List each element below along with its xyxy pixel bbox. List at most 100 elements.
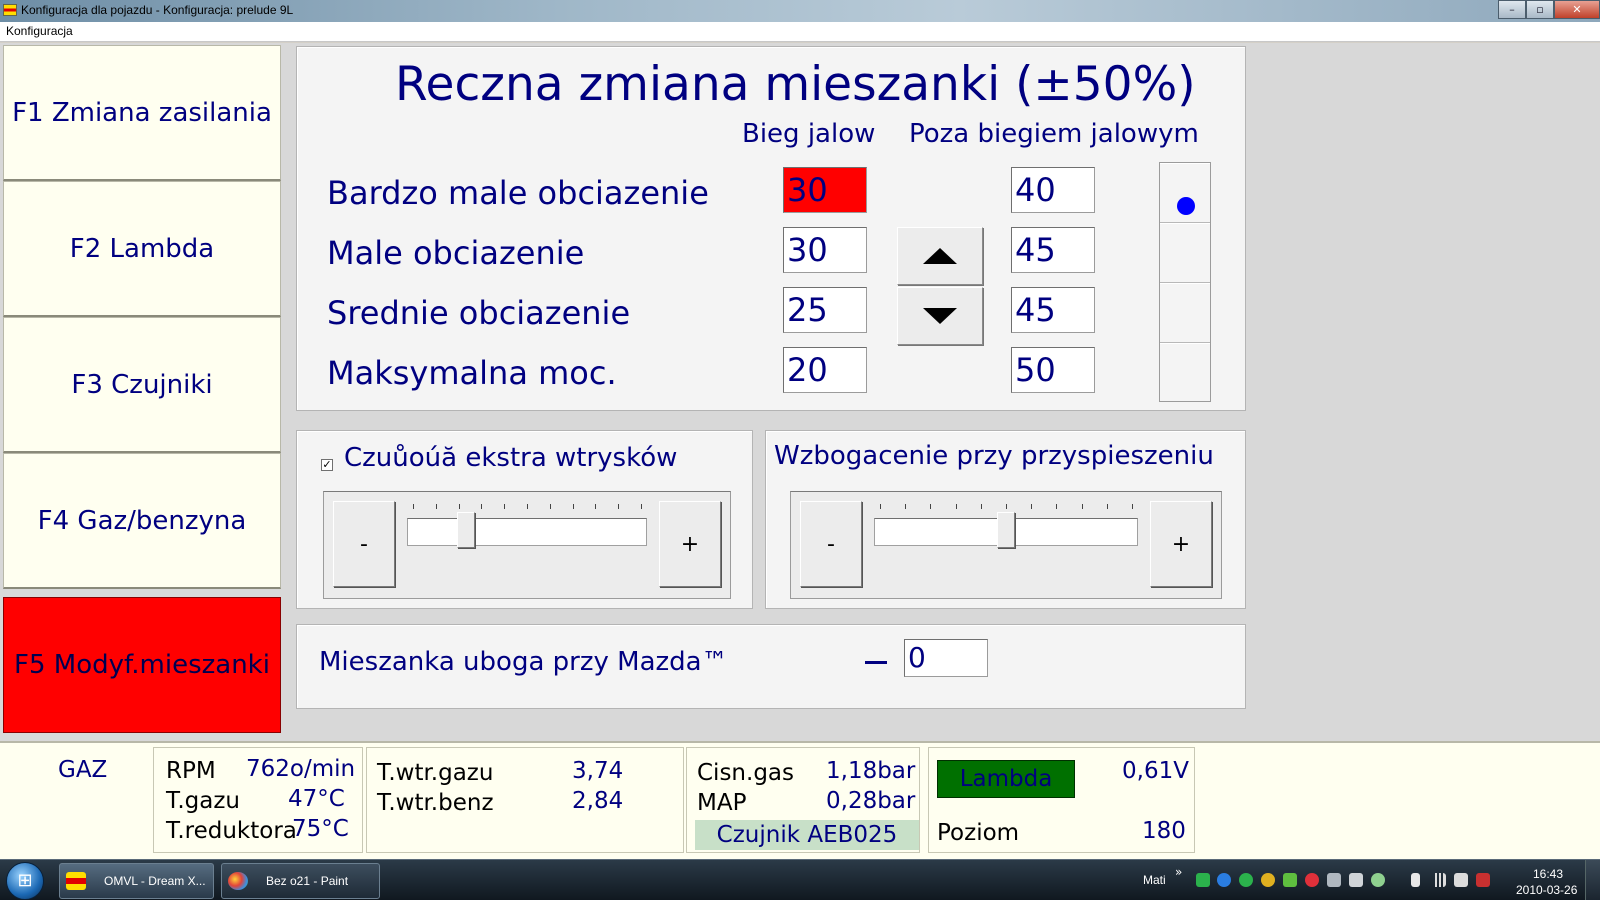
- sidebar-item-f2[interactable]: F2 Lambda: [3, 181, 281, 317]
- tray-app-icon[interactable]: [1305, 873, 1319, 887]
- tray-app-icon[interactable]: [1196, 873, 1210, 887]
- row-selector: [1159, 162, 1211, 402]
- row-selector-cell[interactable]: [1160, 343, 1210, 403]
- close-button[interactable]: ✕: [1554, 0, 1600, 19]
- increase-button[interactable]: [897, 227, 983, 285]
- column-header-idle: Bieg jalow: [742, 119, 876, 149]
- extra-injection-slider-box: - +: [323, 491, 731, 599]
- status-pressure-cell: Cisn.gas 1,18bar MAP 0,28bar Czujnik AEB…: [686, 747, 920, 853]
- slider-tick: [1056, 504, 1057, 509]
- clock-time[interactable]: 16:43: [1533, 867, 1563, 881]
- slider-tick: [504, 504, 505, 509]
- offidle-value-very-low-load[interactable]: 40: [1011, 167, 1095, 213]
- paint-icon: [228, 872, 248, 890]
- extra-injection-panel: ✓ Czuůoúă ekstra wtrysków - +: [296, 430, 753, 609]
- reducer-temp-label: T.reduktora: [166, 818, 297, 844]
- petrol-injection-label: T.wtr.benz: [377, 790, 494, 816]
- extra-injection-checkbox[interactable]: ✓: [321, 459, 333, 471]
- window-controls: – ▫ ✕: [1498, 0, 1600, 20]
- tray-app-icon[interactable]: [1283, 873, 1297, 887]
- tray-app-icon[interactable]: [1349, 873, 1363, 887]
- acceleration-slider-thumb[interactable]: [997, 512, 1015, 548]
- taskbar-item-paint[interactable]: Bez o21 - Paint: [221, 863, 380, 899]
- slider-tick: [550, 504, 551, 509]
- mixture-title: Reczna zmiana mieszanki (±50%): [395, 57, 1196, 112]
- gas-temp-value: 47°C: [288, 786, 345, 812]
- offidle-value-low-load[interactable]: 45: [1011, 227, 1095, 273]
- tray-app-icon[interactable]: [1327, 873, 1341, 887]
- sensor-badge: Czujnik AEB025: [695, 820, 919, 850]
- tray-user: Mati: [1143, 873, 1166, 887]
- rpm-label: RPM: [166, 758, 216, 784]
- slider-tick: [1082, 504, 1083, 509]
- fuel-mode: GAZ: [58, 757, 108, 783]
- slider-tick: [641, 504, 642, 509]
- tray-app-icon[interactable]: [1261, 873, 1275, 887]
- taskbar-item-label: OMVL - Dream X...: [104, 874, 206, 888]
- decrease-button[interactable]: [897, 287, 983, 345]
- omvl-icon: [66, 872, 86, 890]
- app-area: F1 Zmiana zasilania F2 Lambda F3 Czujnik…: [0, 43, 1600, 743]
- tray-expand-icon[interactable]: »: [1175, 865, 1182, 879]
- acceleration-minus-button[interactable]: -: [800, 501, 862, 587]
- selected-row-indicator: [1177, 197, 1195, 215]
- sidebar-item-f5[interactable]: F5 Modyf.mieszanki: [3, 597, 281, 733]
- idle-value-low-load[interactable]: 30: [783, 227, 867, 273]
- petrol-injection-value: 2,84: [572, 788, 624, 814]
- level-value: 180: [1142, 818, 1186, 844]
- menu-item-konfiguracja[interactable]: Konfiguracja: [6, 24, 73, 38]
- row-selector-cell[interactable]: [1160, 223, 1210, 283]
- clock-date[interactable]: 2010-03-26: [1516, 883, 1577, 897]
- extra-injection-minus-button[interactable]: -: [333, 501, 395, 587]
- network-icon[interactable]: [1476, 873, 1490, 887]
- status-fuel-cell: GAZ: [3, 747, 151, 853]
- slider-tick: [527, 504, 528, 509]
- status-injection-cell: T.wtr.gazu 3,74 T.wtr.benz 2,84: [366, 747, 684, 853]
- minimize-button[interactable]: –: [1498, 0, 1526, 19]
- idle-value-max-power[interactable]: 20: [783, 347, 867, 393]
- status-bar: GAZ RPM 762o/min T.gazu 47°C T.reduktora…: [0, 741, 1600, 859]
- sidebar-item-f4[interactable]: F4 Gaz/benzyna: [3, 453, 281, 589]
- idle-value-medium-load[interactable]: 25: [783, 287, 867, 333]
- acceleration-plus-button[interactable]: +: [1150, 501, 1212, 587]
- lambda-badge: Lambda: [937, 760, 1075, 798]
- slider-tick: [1132, 504, 1133, 509]
- mixture-panel: Reczna zmiana mieszanki (±50%) Bieg jalo…: [296, 46, 1246, 411]
- sidebar-item-f1[interactable]: F1 Zmiana zasilania: [3, 45, 281, 181]
- signal-icon[interactable]: [1432, 873, 1446, 887]
- menu-bar: Konfiguracja: [0, 22, 1600, 42]
- slider-tick: [595, 504, 596, 509]
- arrow-up-icon: [923, 248, 957, 264]
- slider-tick: [459, 504, 460, 509]
- level-label: Poziom: [937, 820, 1020, 846]
- slider-tick: [436, 504, 437, 509]
- maximize-button[interactable]: ▫: [1526, 0, 1554, 19]
- offidle-value-medium-load[interactable]: 45: [1011, 287, 1095, 333]
- row-selector-cell[interactable]: [1160, 283, 1210, 343]
- tray-app-icon[interactable]: [1217, 873, 1231, 887]
- wifi-icon[interactable]: [1371, 873, 1385, 887]
- status-lambda-cell: Lambda 0,61V Poziom 180: [928, 747, 1195, 853]
- volume-icon[interactable]: [1454, 873, 1468, 887]
- start-button[interactable]: ⊞: [6, 862, 44, 900]
- slider-tick: [573, 504, 574, 509]
- taskbar-item-omvl[interactable]: OMVL - Dream X...: [59, 863, 214, 899]
- slider-tick: [618, 504, 619, 509]
- row-selector-cell[interactable]: [1160, 163, 1210, 223]
- show-desktop-button[interactable]: [1585, 860, 1600, 900]
- gas-injection-label: T.wtr.gazu: [377, 760, 494, 786]
- map-value: 0,28bar: [826, 788, 916, 814]
- tray-app-icon[interactable]: [1239, 873, 1253, 887]
- mazda-value-field[interactable]: 0: [904, 639, 988, 677]
- extra-injection-plus-button[interactable]: +: [659, 501, 721, 587]
- extra-injection-slider-track[interactable]: [407, 518, 647, 546]
- extra-injection-slider-thumb[interactable]: [457, 512, 475, 548]
- extra-injection-label: Czuůoúă ekstra wtrysków: [344, 443, 678, 473]
- mazda-label: Mieszanka uboga przy Mazda™: [319, 647, 728, 677]
- battery-icon[interactable]: [1411, 873, 1420, 887]
- idle-value-very-low-load[interactable]: 30: [783, 167, 867, 213]
- app-icon: [3, 4, 17, 16]
- offidle-value-max-power[interactable]: 50: [1011, 347, 1095, 393]
- sidebar-item-f3[interactable]: F3 Czujniki: [3, 317, 281, 453]
- acceleration-panel: Wzbogacenie przy przyspieszeniu - +: [765, 430, 1246, 609]
